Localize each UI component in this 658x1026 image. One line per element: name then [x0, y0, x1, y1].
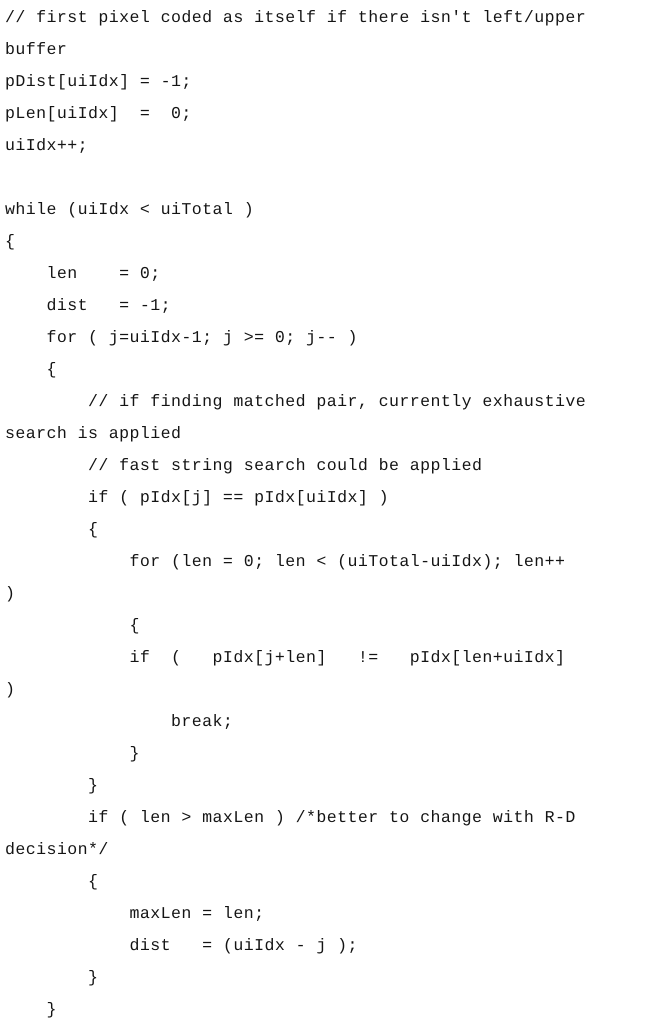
code-line: } — [5, 968, 99, 987]
code-line: pDist[uiIdx] = -1; — [5, 72, 192, 91]
code-line: if ( len > maxLen ) /*better to change w… — [5, 808, 576, 827]
code-line: ) — [5, 584, 16, 603]
code-line: { — [5, 872, 99, 891]
code-line: if ( pIdx[j+len] != pIdx[len+uiIdx] — [5, 648, 566, 667]
code-line: buffer — [5, 40, 68, 59]
code-line: } — [5, 1000, 57, 1019]
code-line: // if finding matched pair, currently ex… — [5, 392, 587, 411]
code-line: decision*/ — [5, 840, 109, 859]
code-line: // fast string search could be applied — [5, 456, 483, 475]
code-line: ) — [5, 680, 16, 699]
code-line: while (uiIdx < uiTotal ) — [5, 200, 255, 219]
code-line: maxLen = len; — [5, 904, 265, 923]
code-line: break; — [5, 712, 234, 731]
code-line: uiIdx++; — [5, 136, 89, 155]
code-line: } — [5, 744, 140, 763]
code-line: { — [5, 360, 57, 379]
code-line: { — [5, 232, 16, 251]
code-line: dist = -1; — [5, 296, 172, 315]
code-line: { — [5, 616, 140, 635]
code-line: dist = (uiIdx - j ); — [5, 936, 358, 955]
code-line: for (len = 0; len < (uiTotal-uiIdx); len… — [5, 552, 566, 571]
code-line: // first pixel coded as itself if there … — [5, 8, 587, 27]
code-line: { — [5, 520, 99, 539]
code-line: len = 0; — [5, 264, 161, 283]
code-line: if ( pIdx[j] == pIdx[uiIdx] ) — [5, 488, 389, 507]
code-line: search is applied — [5, 424, 182, 443]
code-line: for ( j=uiIdx-1; j >= 0; j-- ) — [5, 328, 358, 347]
document-page: // first pixel coded as itself if there … — [0, 0, 658, 1019]
code-listing: // first pixel coded as itself if there … — [0, 0, 658, 1026]
code-line: } — [5, 776, 99, 795]
code-line: pLen[uiIdx] = 0; — [5, 104, 192, 123]
